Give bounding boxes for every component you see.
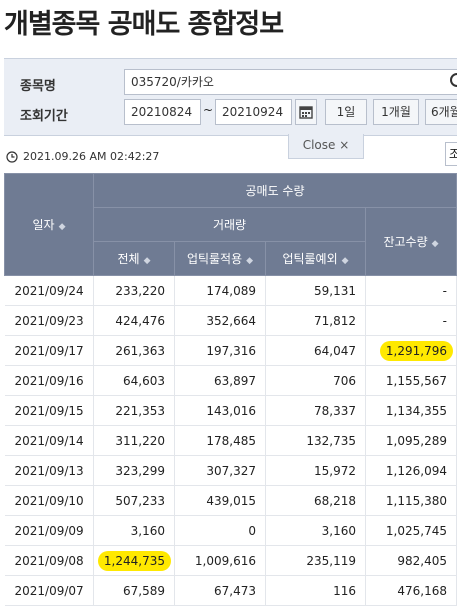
cell-date: 2021/09/23 — [4, 305, 94, 336]
header-short-volume-group: 공매도 수량 — [93, 173, 457, 208]
cell-total: 261,363 — [93, 335, 175, 366]
cell-uptick-exempt: 59,131 — [265, 275, 366, 306]
cell-total: 1,244,735 — [93, 545, 175, 576]
cell-uptick-exempt: 706 — [265, 365, 366, 396]
search-panel: 종목명 035720/카카오 조회기간 20210824 ~ 20210924 … — [4, 58, 457, 136]
header-total[interactable]: 전체 ◆ — [93, 241, 175, 276]
sort-icon: ◆ — [341, 256, 349, 266]
cell-uptick-exempt: 64,047 — [265, 335, 366, 366]
cell-balance: 1,095,289 — [365, 425, 457, 456]
table-row: 2021/09/07 67,589 67,473 116 476,168 — [4, 575, 457, 606]
cell-balance: 982,405 — [365, 545, 457, 576]
cell-uptick-exempt: 235,119 — [265, 545, 366, 576]
sort-icon: ◆ — [143, 256, 151, 266]
cell-balance: - — [365, 305, 457, 336]
cell-total: 233,220 — [93, 275, 175, 306]
header-uptick-exempt[interactable]: 업틱룰예외 ◆ — [265, 241, 366, 276]
cell-uptick-applied: 67,473 — [174, 575, 266, 606]
cell-total: 424,476 — [93, 305, 175, 336]
page-title: 개별종목 공매도 종합정보 — [4, 9, 284, 40]
cell-uptick-exempt: 3,160 — [265, 515, 366, 546]
table-row: 2021/09/23 424,476 352,664 71,812- — [4, 305, 457, 336]
query-button[interactable]: 조 — [445, 142, 457, 166]
cell-total: 3,160 — [93, 515, 175, 546]
start-date-input[interactable]: 20210824 — [124, 99, 201, 125]
timestamp-text: 2021.09.26 AM 02:42:27 — [23, 150, 160, 163]
cell-uptick-applied: 178,485 — [174, 425, 266, 456]
range-1day-button[interactable]: 1일 — [325, 99, 367, 125]
cell-uptick-exempt: 132,735 — [265, 425, 366, 456]
table-row: 2021/09/10 507,233 439,015 68,218 1,115,380 — [4, 485, 457, 516]
cell-balance: 476,168 — [365, 575, 457, 606]
stock-label: 종목명 — [20, 79, 56, 94]
cell-date: 2021/09/07 — [4, 575, 94, 606]
cell-balance: 1,126,094 — [365, 455, 457, 486]
cell-uptick-applied: 197,316 — [174, 335, 266, 366]
date-separator: ~ — [203, 103, 214, 117]
cell-total: 221,353 — [93, 395, 175, 426]
table-row: 2021/09/16 64,603 63,897 706 1,155,567 — [4, 365, 457, 396]
period-label: 조회기간 — [20, 109, 68, 124]
cell-uptick-exempt: 15,972 — [265, 455, 366, 486]
table-row: 2021/09/08 1,244,735 1,009,616 235,119 982,4… — [4, 545, 457, 576]
highlight-marker: 1,244,735 — [97, 550, 171, 571]
header-balance[interactable]: 잔고수량 ◆ — [365, 207, 457, 276]
cell-date: 2021/09/24 — [4, 275, 94, 306]
cell-date: 2021/09/09 — [4, 515, 94, 546]
cell-date: 2021/09/10 — [4, 485, 94, 516]
sort-icon: ◆ — [246, 256, 254, 266]
cell-total: 64,603 — [93, 365, 175, 396]
table-row: 2021/09/09 3,160 0 3,160 1,025,745 — [4, 515, 457, 546]
range-6month-button[interactable]: 6개월 — [425, 99, 457, 125]
cell-date: 2021/09/14 — [4, 425, 94, 456]
sort-icon: ◆ — [58, 222, 66, 232]
cell-balance: 1,291,796 — [365, 335, 457, 366]
stock-input[interactable]: 035720/카카오 — [124, 69, 457, 95]
highlight-marker: 1,291,796 — [379, 340, 453, 361]
range-1month-button[interactable]: 1개월 — [373, 99, 419, 125]
calendar-icon[interactable] — [295, 99, 317, 125]
cell-uptick-exempt: 78,337 — [265, 395, 366, 426]
search-icon[interactable] — [450, 73, 457, 87]
cell-uptick-exempt: 71,812 — [265, 305, 366, 336]
timestamp: 2021.09.26 AM 02:42:27 — [6, 150, 159, 163]
table-row: 2021/09/13 323,299 307,327 15,972 1,126,094 — [4, 455, 457, 486]
cell-balance: 1,115,380 — [365, 485, 457, 516]
cell-uptick-applied: 307,327 — [174, 455, 266, 486]
cell-uptick-applied: 0 — [174, 515, 266, 546]
cell-uptick-applied: 1,009,616 — [174, 545, 266, 576]
cell-total: 67,589 — [93, 575, 175, 606]
cell-date: 2021/09/17 — [4, 335, 94, 366]
cell-balance: - — [365, 275, 457, 306]
clock-icon — [6, 150, 18, 163]
cell-date: 2021/09/08 — [4, 545, 94, 576]
header-trade-volume-group: 거래량 — [93, 207, 366, 242]
header-date[interactable]: 일자 ◆ — [4, 173, 94, 276]
cell-uptick-applied: 439,015 — [174, 485, 266, 516]
cell-uptick-exempt: 68,218 — [265, 485, 366, 516]
cell-balance: 1,025,745 — [365, 515, 457, 546]
cell-uptick-applied: 63,897 — [174, 365, 266, 396]
header-uptick-applied[interactable]: 업틱룰적용 ◆ — [174, 241, 266, 276]
cell-balance: 1,134,355 — [365, 395, 457, 426]
sort-icon: ◆ — [431, 239, 439, 249]
cell-total: 323,299 — [93, 455, 175, 486]
cell-balance: 1,155,567 — [365, 365, 457, 396]
cell-uptick-applied: 352,664 — [174, 305, 266, 336]
cell-uptick-applied: 143,016 — [174, 395, 266, 426]
cell-uptick-exempt: 116 — [265, 575, 366, 606]
short-selling-table: 일자 ◆ 공매도 수량 거래량 잔고수량 ◆ 전체 ◆ 업틱룰적용 ◆ 업틱룰예외 ◆ 2… — [4, 173, 457, 606]
end-date-input[interactable]: 20210924 — [215, 99, 292, 125]
close-panel-button[interactable]: Close × — [288, 134, 364, 159]
cell-date: 2021/09/13 — [4, 455, 94, 486]
table-row: 2021/09/15 221,353 143,016 78,337 1,134,355 — [4, 395, 457, 426]
cell-date: 2021/09/15 — [4, 395, 94, 426]
table-row: 2021/09/24 233,220 174,089 59,131- — [4, 275, 457, 306]
cell-date: 2021/09/16 — [4, 365, 94, 396]
cell-uptick-applied: 174,089 — [174, 275, 266, 306]
cell-total: 311,220 — [93, 425, 175, 456]
table-row: 2021/09/14 311,220 178,485 132,735 1,095,289 — [4, 425, 457, 456]
table-row: 2021/09/17 261,363 197,316 64,047 1,291,796 — [4, 335, 457, 366]
cell-total: 507,233 — [93, 485, 175, 516]
